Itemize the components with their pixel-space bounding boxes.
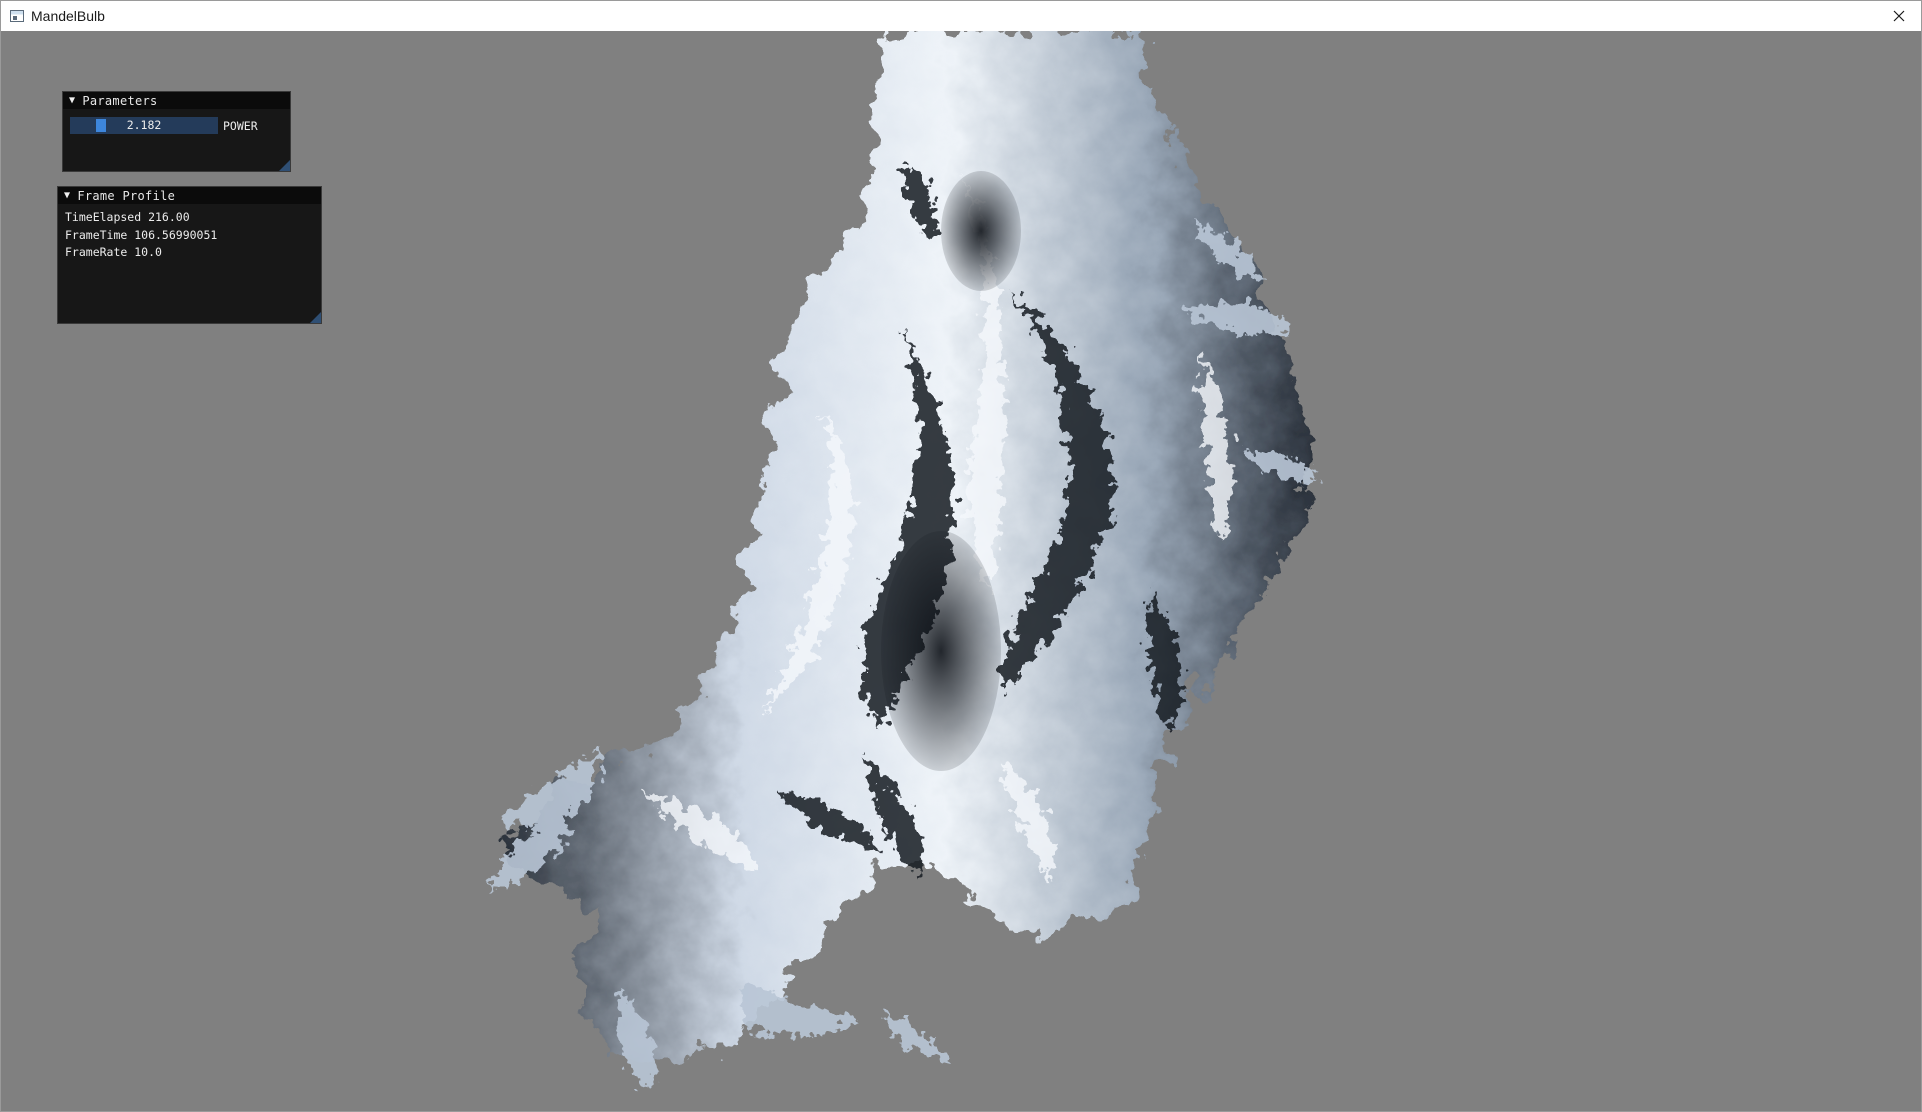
parameters-title: Parameters bbox=[82, 93, 158, 108]
app-window: MandelBulb ▼ Parameters 2.182 POWER ▼ Fr… bbox=[0, 0, 1922, 1112]
frame-rate-text: FrameRate 10.0 bbox=[65, 245, 162, 259]
frame-profile-panel: ▼ Frame Profile TimeElapsed 216.00 Frame… bbox=[57, 186, 322, 324]
frame-time-text: FrameTime 106.56990051 bbox=[65, 227, 218, 242]
frame-profile-resize-grip[interactable] bbox=[310, 312, 321, 323]
collapse-arrow-icon[interactable]: ▼ bbox=[64, 190, 70, 201]
render-viewport[interactable]: ▼ Parameters 2.182 POWER ▼ Frame Profile… bbox=[1, 31, 1921, 1111]
window-title: MandelBulb bbox=[31, 8, 105, 24]
title-bar[interactable]: MandelBulb bbox=[1, 1, 1921, 31]
close-button[interactable] bbox=[1877, 1, 1921, 31]
frame-profile-header[interactable]: ▼ Frame Profile bbox=[58, 187, 321, 204]
power-slider[interactable]: 2.182 bbox=[70, 117, 218, 134]
window-app-icon bbox=[10, 10, 24, 22]
collapse-arrow-icon[interactable]: ▼ bbox=[69, 95, 75, 106]
power-value: 2.182 bbox=[126, 118, 162, 132]
frame-profile-title: Frame Profile bbox=[77, 188, 176, 203]
close-icon bbox=[1893, 10, 1905, 22]
frame-profile-stats: TimeElapsed 216.00 FrameTime 106.5699005… bbox=[58, 204, 321, 262]
parameters-panel: ▼ Parameters 2.182 POWER bbox=[62, 91, 291, 172]
parameters-header[interactable]: ▼ Parameters bbox=[63, 92, 290, 109]
power-slider-row: 2.182 POWER bbox=[70, 117, 290, 134]
power-label: POWER bbox=[223, 118, 258, 133]
time-elapsed-text: TimeElapsed 216.00 bbox=[65, 210, 190, 224]
parameters-resize-grip[interactable] bbox=[279, 160, 290, 171]
